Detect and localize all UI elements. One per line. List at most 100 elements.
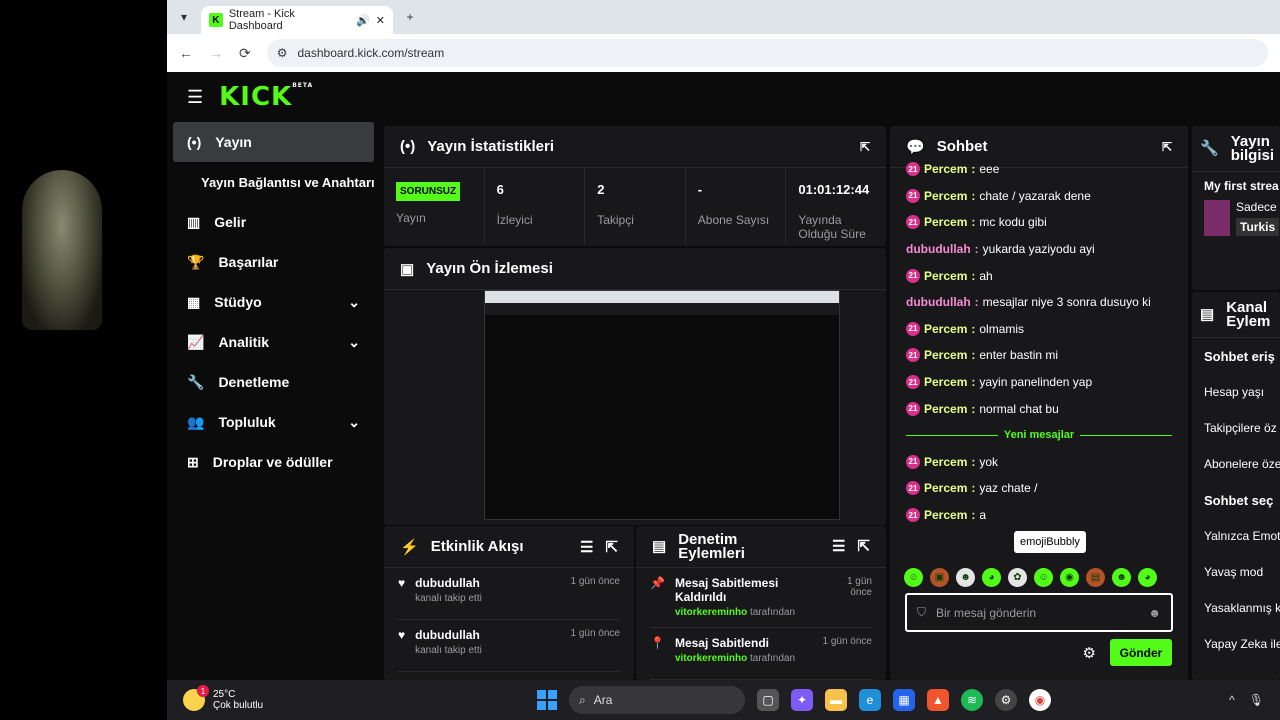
new-tab-icon[interactable]: + [399, 6, 421, 28]
tray-chevron-icon[interactable]: ^ [1229, 693, 1235, 707]
slow-mode-setting[interactable]: Yavaş mod [1192, 554, 1280, 590]
send-button[interactable]: Gönder [1110, 639, 1172, 666]
browser-tab[interactable]: K Stream - Kick Dashboard 🔊 ✕ [201, 6, 393, 34]
windows-start-icon[interactable] [537, 690, 557, 710]
chat-username[interactable]: Percem [924, 455, 967, 469]
chat-username[interactable]: dubudullah [906, 242, 971, 256]
sidebar-item-denetleme[interactable]: 🔧 Denetleme [173, 362, 374, 402]
reload-icon[interactable]: ⟳ [239, 45, 251, 62]
chat-username[interactable]: Percem [924, 269, 967, 283]
chat-username[interactable]: Percem [924, 481, 967, 495]
spotify-icon[interactable]: ≋ [961, 689, 983, 711]
sidebar-item-topluluk[interactable]: 👥 Topluluk ⌄ [173, 402, 374, 442]
chat-username[interactable]: Percem [924, 375, 967, 389]
subscriber-badge-icon: 21 [906, 188, 920, 203]
stream-preview-video[interactable] [484, 290, 840, 520]
banned-words-setting[interactable]: Yasaklanmış k [1192, 590, 1280, 626]
unpin-icon: 📌 [650, 576, 665, 590]
popout-icon[interactable]: ⇱ [860, 140, 870, 154]
close-tab-icon[interactable]: ✕ [376, 14, 385, 27]
panel-header: ▤ Denetim Eylemleri ☰ ⇱ [636, 526, 886, 568]
chat-username[interactable]: Percem [924, 322, 967, 336]
emoji-icon[interactable]: ☻ [1148, 606, 1161, 620]
wrench-icon: 🔧 [187, 373, 205, 390]
emote-icon[interactable]: ✿ [1008, 567, 1027, 587]
weather-widget[interactable]: 1 25°C Çok bulutlu [167, 685, 263, 711]
emote-icon[interactable]: ☺ [1034, 567, 1053, 587]
tab-list-chevron-icon[interactable]: ▾ [173, 6, 195, 28]
address-bar-row: ← → ⟳ ⚙ dashboard.kick.com/stream [167, 34, 1280, 72]
chat-text: yukarda yaziyodu ayi [982, 242, 1095, 257]
search-icon: ⌕ [579, 692, 586, 707]
chat-message: 21 Percem: yayin panelinden yap [906, 369, 1172, 396]
emote-icon[interactable]: ☺ [904, 567, 923, 587]
chat-message: 21 Percem: a [906, 502, 1172, 529]
steam-icon[interactable]: ⚙ [995, 689, 1017, 711]
shield-icon: ⛉ [917, 605, 927, 619]
popout-icon[interactable]: ⇱ [1162, 140, 1172, 154]
url-field[interactable]: ⚙ dashboard.kick.com/stream [266, 39, 1268, 67]
panel-header: 🔧 Yayın bilgisi [1192, 126, 1280, 172]
emote-icon[interactable]: ▤ [1086, 567, 1105, 587]
sidebar-item-studyo[interactable]: ▦ Stüdyo ⌄ [173, 282, 374, 322]
taskbar-search[interactable]: ⌕ Ara [569, 686, 745, 714]
edge-icon[interactable]: e [859, 689, 881, 711]
chat-message: 21Percem:yok [906, 449, 1172, 476]
popout-icon[interactable]: ⇱ [857, 539, 870, 554]
task-view-icon[interactable]: ▢ [757, 689, 779, 711]
chat-username[interactable]: Percem [924, 508, 967, 522]
followers-only-setting[interactable]: Takipçilere öz [1192, 410, 1280, 446]
chat-settings-gear-icon[interactable]: ⚙ [1083, 644, 1096, 662]
emote-only-setting[interactable]: Yalnızca Emot [1192, 518, 1280, 554]
site-info-icon[interactable]: ⚙ [277, 46, 288, 60]
stat-followers: 2 Takipçi [585, 168, 686, 244]
channel-actions-panel: ▤ Kanal Eylem Sohbet eriş Hesap yaşı Taki… [1192, 292, 1280, 680]
brave-icon[interactable]: ▲ [927, 689, 949, 711]
subscribers-only-setting[interactable]: Abonelere öze [1192, 446, 1280, 482]
microphone-icon[interactable]: 🎙 [1249, 693, 1264, 707]
file-explorer-icon[interactable]: ▬ [825, 689, 847, 711]
ai-moderation-setting[interactable]: Yapay Zeka ile [1192, 626, 1280, 662]
chrome-icon[interactable]: ◉ [1029, 689, 1051, 711]
sidebar-item-stream-key[interactable]: Yayın Bağlantısı ve Anahtarı [173, 162, 375, 202]
chat-username[interactable]: Percem [924, 189, 967, 203]
emote-icon[interactable]: ◕ [982, 567, 1001, 587]
sidebar-item-yayin[interactable]: (•) Yayın [173, 122, 374, 162]
emote-icon[interactable]: ◕ [1138, 567, 1157, 587]
chat-username[interactable]: Percem [924, 215, 967, 229]
sidebar-item-basarilar[interactable]: 🏆 Başarılar [173, 242, 374, 282]
url-text: dashboard.kick.com/stream [297, 46, 445, 60]
copilot-icon[interactable]: ✦ [791, 689, 813, 711]
preview-icon: ▣ [400, 260, 415, 278]
stat-status: SORUNSUZ Yayın [384, 168, 485, 244]
preview-screen [485, 315, 839, 519]
emote-icon[interactable]: ☻ [1112, 567, 1131, 587]
emote-icon[interactable]: ☻ [956, 567, 975, 587]
stream-info-panel: 🔧 Yayın bilgisi My first strea Sadece Turk… [1192, 126, 1280, 290]
chevron-down-icon: ⌄ [348, 293, 360, 310]
sidebar-item-droplar[interactable]: ⊞ Droplar ve ödüller [173, 442, 374, 482]
sidebar-item-gelir[interactable]: ▥ Gelir [173, 202, 374, 242]
emote-icon[interactable]: ▣ [930, 567, 949, 587]
kick-logo[interactable]: KICKBETA [219, 82, 313, 112]
chat-username[interactable]: Percem [924, 348, 967, 362]
emote-icon[interactable]: ◉ [1060, 567, 1079, 587]
store-icon[interactable]: ▦ [893, 689, 915, 711]
back-icon[interactable]: ← [179, 45, 193, 61]
chat-username[interactable]: dubudullah [906, 295, 971, 309]
account-age-setting[interactable]: Hesap yaşı [1192, 374, 1280, 410]
subscriber-badge-icon: 21 [906, 348, 920, 363]
hamburger-menu-icon[interactable]: ☰ [187, 87, 203, 108]
filter-icon[interactable]: ☰ [832, 539, 845, 554]
chat-input[interactable]: ⛉ Bir mesaj gönderin ☻ [905, 593, 1173, 632]
sidebar-item-analitik[interactable]: 📈 Analitik ⌄ [173, 322, 374, 362]
forward-icon[interactable]: → [209, 45, 223, 61]
chat-username[interactable]: Percem [924, 402, 967, 416]
audio-icon[interactable]: 🔊 [356, 14, 370, 27]
popout-icon[interactable]: ⇱ [605, 538, 618, 556]
filter-icon[interactable]: ☰ [580, 538, 593, 556]
chat-text: a [979, 508, 987, 523]
chat-username[interactable]: Percem [924, 162, 967, 176]
subscriber-badge-icon: 21 [906, 508, 920, 523]
chat-message: 21 Percem: yaz chate / [906, 475, 1172, 502]
